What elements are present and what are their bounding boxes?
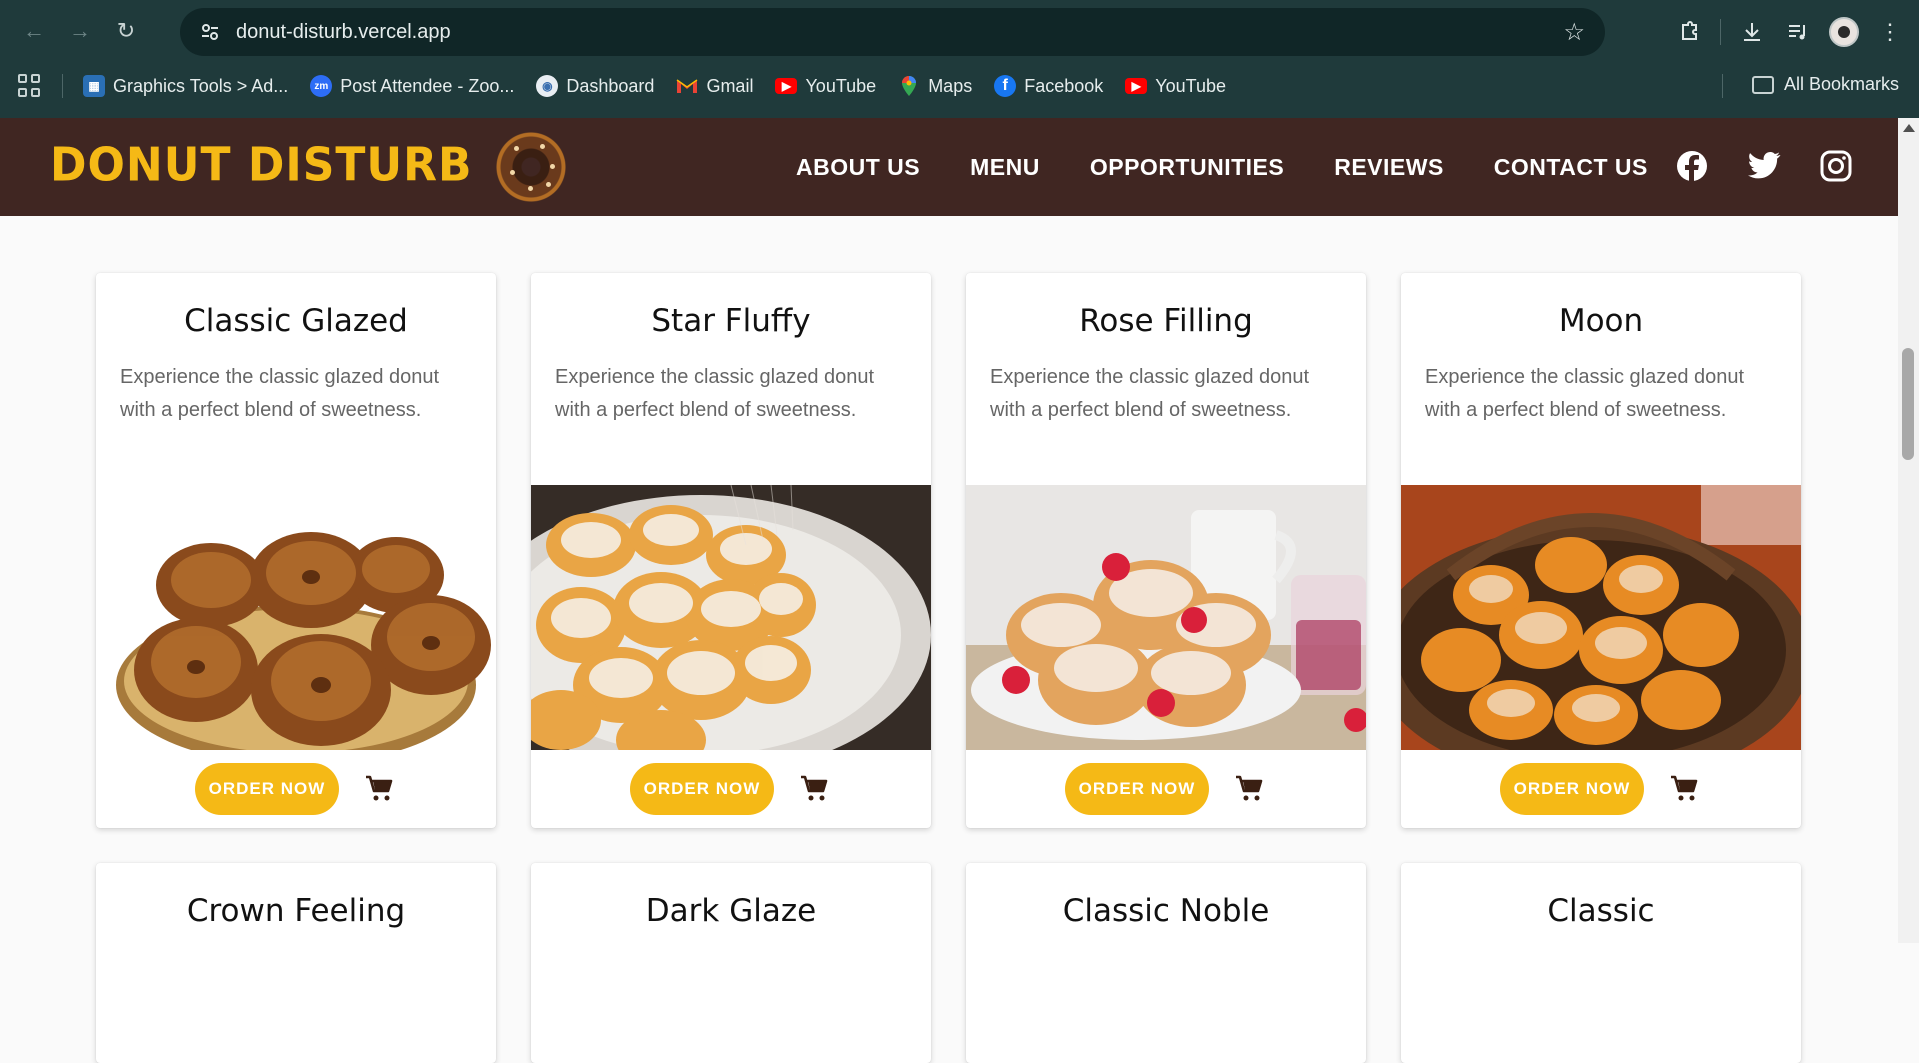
card-title: Rose Filling	[1079, 303, 1253, 339]
order-now-button[interactable]: ORDER NOW	[629, 763, 775, 815]
back-icon[interactable]: ←	[14, 11, 54, 51]
menu-kebab-icon[interactable]: ⋮	[1867, 9, 1913, 55]
bookmark-item[interactable]: f Facebook	[994, 75, 1103, 97]
product-card: Crown Feeling	[96, 863, 496, 1063]
donut-logo-icon	[496, 132, 566, 202]
product-photo	[1401, 485, 1801, 750]
bookmark-item[interactable]: ▶ YouTube	[1125, 76, 1226, 97]
profile-avatar[interactable]	[1821, 9, 1867, 55]
bookmark-star-icon[interactable]: ☆	[1563, 18, 1585, 47]
product-photo	[531, 485, 931, 750]
extensions-icon[interactable]	[1666, 9, 1712, 55]
bookmark-item[interactable]: Maps	[898, 75, 972, 97]
main-nav: ABOUT US MENU OPPORTUNITIES REVIEWS CONT…	[796, 118, 1698, 216]
nav-menu[interactable]: MENU	[970, 154, 1040, 181]
download-icon[interactable]	[1729, 9, 1775, 55]
product-card: Classic Noble	[966, 863, 1366, 1063]
toolbar: ← → ↻ donut-disturb.vercel.app ☆ ⋮	[0, 0, 1919, 62]
card-title: Crown Feeling	[186, 893, 406, 929]
bookmarks-bar: ▦ Graphics Tools > Ad... zm Post Attende…	[0, 66, 1919, 106]
card-actions: ORDER NOW	[531, 750, 931, 828]
bookmark-label: Maps	[928, 75, 973, 96]
gmail-favicon	[676, 75, 698, 97]
card-actions: ORDER NOW	[96, 750, 496, 828]
product-card: Moon Experience the classic glazed donut…	[1401, 273, 1801, 828]
site-logo[interactable]: DONUT DISTURB	[50, 139, 473, 193]
cart-icon[interactable]	[1666, 771, 1702, 807]
browser-actions: ⋮	[1666, 8, 1919, 56]
bookmark-label: Facebook	[1024, 75, 1104, 96]
facebook-icon[interactable]	[1674, 148, 1710, 184]
graphics-tools-favicon: ▦	[83, 75, 105, 97]
youtube-favicon: ▶	[775, 78, 798, 94]
menu-section: Classic Glazed Experience the classic gl…	[0, 216, 1898, 1063]
nav-opportunities[interactable]: OPPORTUNITIES	[1090, 154, 1284, 181]
instagram-icon[interactable]	[1818, 148, 1854, 184]
toolbar-divider	[1720, 19, 1721, 45]
folder-icon	[1751, 75, 1774, 94]
cart-icon[interactable]	[361, 771, 397, 807]
product-card: Star Fluffy Experience the classic glaze…	[531, 273, 931, 828]
bookmark-label: Post Attendee - Zoo...	[340, 75, 515, 96]
media-control-icon[interactable]	[1775, 9, 1821, 55]
product-photo	[96, 485, 496, 750]
card-actions: ORDER NOW	[1401, 750, 1801, 828]
cart-icon[interactable]	[1231, 771, 1267, 807]
bookmark-label: YouTube	[805, 75, 877, 96]
card-title: Star Fluffy	[651, 303, 811, 339]
nav-reviews[interactable]: REVIEWS	[1334, 154, 1444, 181]
card-title: Classic Noble	[1062, 893, 1270, 929]
scrollbar-thumb[interactable]	[1902, 348, 1914, 460]
card-title: Dark Glaze	[645, 893, 817, 929]
all-bookmarks-label: All Bookmarks	[1783, 74, 1899, 94]
bookmark-item[interactable]: ◉ Dashboard	[536, 75, 654, 97]
browser-chrome: ← → ↻ donut-disturb.vercel.app ☆ ⋮ ▦ Gra…	[0, 0, 1919, 118]
card-title: Classic	[1547, 893, 1655, 929]
order-now-button[interactable]: ORDER NOW	[1499, 763, 1645, 815]
bookmark-item[interactable]: Gmail	[676, 75, 753, 97]
dashboard-favicon: ◉	[536, 75, 559, 97]
nav-contact-us[interactable]: CONTACT US	[1494, 154, 1648, 181]
bookmark-label: Gmail	[706, 75, 754, 96]
bookmark-item[interactable]: ▦ Graphics Tools > Ad...	[83, 75, 288, 97]
bookmarks-divider	[62, 74, 63, 98]
page-scrollbar[interactable]	[1898, 118, 1919, 943]
bookmark-item[interactable]: ▶ YouTube	[775, 76, 876, 97]
facebook-favicon: f	[994, 75, 1017, 97]
product-card: Classic Glazed Experience the classic gl…	[96, 273, 496, 828]
product-card: Dark Glaze	[531, 863, 931, 1063]
cart-icon[interactable]	[796, 771, 832, 807]
card-actions: ORDER NOW	[966, 750, 1366, 828]
card-title: Classic Glazed	[184, 303, 408, 339]
card-title: Moon	[1558, 303, 1644, 339]
twitter-icon[interactable]	[1746, 148, 1782, 184]
bookmarks-divider	[1722, 74, 1723, 98]
zoom-favicon: zm	[310, 75, 333, 97]
bookmark-label: Dashboard	[566, 75, 655, 96]
order-now-button[interactable]: ORDER NOW	[194, 763, 340, 815]
scroll-up-arrow-icon[interactable]	[1903, 124, 1915, 132]
all-bookmarks-button[interactable]: All Bookmarks	[1751, 74, 1899, 95]
bookmark-label: Graphics Tools > Ad...	[113, 75, 289, 96]
nav-about-us[interactable]: ABOUT US	[796, 154, 920, 181]
url-text[interactable]: donut-disturb.vercel.app	[236, 21, 451, 44]
reload-icon[interactable]: ↻	[106, 11, 146, 51]
maps-favicon	[898, 75, 920, 97]
address-bar[interactable]: donut-disturb.vercel.app ☆	[180, 8, 1605, 56]
order-now-button[interactable]: ORDER NOW	[1064, 763, 1210, 815]
bookmark-item[interactable]: zm Post Attendee - Zoo...	[310, 75, 514, 97]
site-header: DONUT DISTURB ABOUT US MENU OPPORTUNITIE…	[0, 118, 1898, 216]
apps-grid-icon[interactable]	[18, 74, 42, 98]
youtube-favicon: ▶	[1125, 78, 1148, 94]
forward-icon[interactable]: →	[60, 11, 100, 51]
product-card: Rose Filling Experience the classic glaz…	[966, 273, 1366, 828]
product-card: Classic	[1401, 863, 1801, 1063]
site-info-icon[interactable]	[194, 16, 226, 48]
social-links	[1638, 148, 1854, 184]
bookmark-label: YouTube	[1155, 75, 1226, 96]
product-photo	[966, 485, 1366, 750]
